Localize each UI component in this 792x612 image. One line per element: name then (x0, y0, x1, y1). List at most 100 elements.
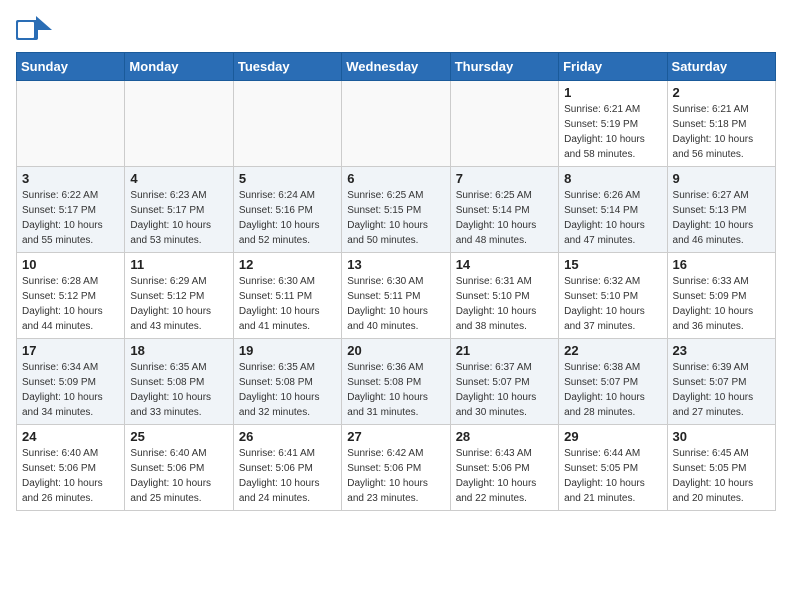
day-number: 25 (130, 429, 227, 444)
weekday-header: Thursday (450, 53, 558, 81)
calendar-cell: 12 Sunrise: 6:30 AM Sunset: 5:11 PM Dayli… (233, 253, 341, 339)
day-number: 30 (673, 429, 770, 444)
calendar-cell: 23 Sunrise: 6:39 AM Sunset: 5:07 PM Dayli… (667, 339, 775, 425)
day-info: Sunrise: 6:39 AM Sunset: 5:07 PM Dayligh… (673, 360, 770, 420)
day-info: Sunrise: 6:22 AM Sunset: 5:17 PM Dayligh… (22, 188, 119, 248)
day-number: 7 (456, 171, 553, 186)
day-info: Sunrise: 6:30 AM Sunset: 5:11 PM Dayligh… (347, 274, 444, 334)
day-number: 17 (22, 343, 119, 358)
day-number: 14 (456, 257, 553, 272)
calendar-cell: 28 Sunrise: 6:43 AM Sunset: 5:06 PM Dayli… (450, 425, 558, 511)
calendar-cell (342, 81, 450, 167)
day-number: 18 (130, 343, 227, 358)
calendar-cell: 7 Sunrise: 6:25 AM Sunset: 5:14 PM Daylig… (450, 167, 558, 253)
day-number: 22 (564, 343, 661, 358)
day-number: 15 (564, 257, 661, 272)
day-info: Sunrise: 6:37 AM Sunset: 5:07 PM Dayligh… (456, 360, 553, 420)
day-info: Sunrise: 6:31 AM Sunset: 5:10 PM Dayligh… (456, 274, 553, 334)
day-info: Sunrise: 6:44 AM Sunset: 5:05 PM Dayligh… (564, 446, 661, 506)
weekday-header: Saturday (667, 53, 775, 81)
day-number: 29 (564, 429, 661, 444)
calendar-cell (125, 81, 233, 167)
logo (16, 16, 56, 44)
calendar-cell: 19Sunrise: 6:35 AM Sunset: 5:08 PM Dayli… (233, 339, 341, 425)
calendar-cell: 6 Sunrise: 6:25 AM Sunset: 5:15 PM Daylig… (342, 167, 450, 253)
day-info: Sunrise: 6:41 AM Sunset: 5:06 PM Dayligh… (239, 446, 336, 506)
calendar-cell: 22 Sunrise: 6:38 AM Sunset: 5:07 PM Dayli… (559, 339, 667, 425)
calendar-cell (450, 81, 558, 167)
calendar-cell: 8Sunrise: 6:26 AM Sunset: 5:14 PM Daylig… (559, 167, 667, 253)
day-number: 26 (239, 429, 336, 444)
header (16, 16, 776, 44)
logo-icon (16, 16, 52, 44)
day-info: Sunrise: 6:21 AM Sunset: 5:18 PM Dayligh… (673, 102, 770, 162)
calendar-cell: 24 Sunrise: 6:40 AM Sunset: 5:06 PM Dayli… (17, 425, 125, 511)
day-info: Sunrise: 6:38 AM Sunset: 5:07 PM Dayligh… (564, 360, 661, 420)
calendar-cell: 9Sunrise: 6:27 AM Sunset: 5:13 PM Daylig… (667, 167, 775, 253)
day-number: 4 (130, 171, 227, 186)
day-info: Sunrise: 6:34 AM Sunset: 5:09 PM Dayligh… (22, 360, 119, 420)
day-number: 13 (347, 257, 444, 272)
calendar-cell: 25 Sunrise: 6:40 AM Sunset: 5:06 PM Dayli… (125, 425, 233, 511)
calendar-table: SundayMondayTuesdayWednesdayThursdayFrid… (16, 52, 776, 511)
day-number: 11 (130, 257, 227, 272)
calendar-cell: 10 Sunrise: 6:28 AM Sunset: 5:12 PM Dayli… (17, 253, 125, 339)
day-info: Sunrise: 6:35 AM Sunset: 5:08 PM Dayligh… (130, 360, 227, 420)
calendar-cell: 17 Sunrise: 6:34 AM Sunset: 5:09 PM Dayli… (17, 339, 125, 425)
day-number: 2 (673, 85, 770, 100)
day-info: Sunrise: 6:29 AM Sunset: 5:12 PM Dayligh… (130, 274, 227, 334)
calendar-cell: 21 Sunrise: 6:37 AM Sunset: 5:07 PM Dayli… (450, 339, 558, 425)
day-info: Sunrise: 6:23 AM Sunset: 5:17 PM Dayligh… (130, 188, 227, 248)
day-info: Sunrise: 6:25 AM Sunset: 5:15 PM Dayligh… (347, 188, 444, 248)
calendar-cell: 11 Sunrise: 6:29 AM Sunset: 5:12 PM Dayli… (125, 253, 233, 339)
day-number: 16 (673, 257, 770, 272)
day-number: 21 (456, 343, 553, 358)
calendar-cell (233, 81, 341, 167)
weekday-header: Sunday (17, 53, 125, 81)
day-number: 19 (239, 343, 336, 358)
calendar-cell: 20 Sunrise: 6:36 AM Sunset: 5:08 PM Dayli… (342, 339, 450, 425)
calendar-cell: 18 Sunrise: 6:35 AM Sunset: 5:08 PM Dayli… (125, 339, 233, 425)
day-info: Sunrise: 6:40 AM Sunset: 5:06 PM Dayligh… (22, 446, 119, 506)
day-number: 28 (456, 429, 553, 444)
day-number: 9 (673, 171, 770, 186)
day-info: Sunrise: 6:32 AM Sunset: 5:10 PM Dayligh… (564, 274, 661, 334)
day-info: Sunrise: 6:28 AM Sunset: 5:12 PM Dayligh… (22, 274, 119, 334)
calendar-cell: 4 Sunrise: 6:23 AM Sunset: 5:17 PM Daylig… (125, 167, 233, 253)
calendar-cell: 16 Sunrise: 6:33 AM Sunset: 5:09 PM Dayli… (667, 253, 775, 339)
day-info: Sunrise: 6:33 AM Sunset: 5:09 PM Dayligh… (673, 274, 770, 334)
calendar-cell: 27 Sunrise: 6:42 AM Sunset: 5:06 PM Dayli… (342, 425, 450, 511)
calendar-cell: 2 Sunrise: 6:21 AM Sunset: 5:18 PM Daylig… (667, 81, 775, 167)
calendar-cell: 15 Sunrise: 6:32 AM Sunset: 5:10 PM Dayli… (559, 253, 667, 339)
day-number: 1 (564, 85, 661, 100)
day-number: 23 (673, 343, 770, 358)
day-number: 27 (347, 429, 444, 444)
day-number: 12 (239, 257, 336, 272)
weekday-header: Tuesday (233, 53, 341, 81)
day-info: Sunrise: 6:30 AM Sunset: 5:11 PM Dayligh… (239, 274, 336, 334)
calendar-cell: 26 Sunrise: 6:41 AM Sunset: 5:06 PM Dayli… (233, 425, 341, 511)
calendar-cell: 14 Sunrise: 6:31 AM Sunset: 5:10 PM Dayli… (450, 253, 558, 339)
calendar-cell (17, 81, 125, 167)
day-info: Sunrise: 6:45 AM Sunset: 5:05 PM Dayligh… (673, 446, 770, 506)
calendar-cell: 29 Sunrise: 6:44 AM Sunset: 5:05 PM Dayli… (559, 425, 667, 511)
day-info: Sunrise: 6:25 AM Sunset: 5:14 PM Dayligh… (456, 188, 553, 248)
day-number: 5 (239, 171, 336, 186)
day-number: 24 (22, 429, 119, 444)
day-number: 8 (564, 171, 661, 186)
day-info: Sunrise: 6:24 AM Sunset: 5:16 PM Dayligh… (239, 188, 336, 248)
weekday-header: Wednesday (342, 53, 450, 81)
day-info: Sunrise: 6:40 AM Sunset: 5:06 PM Dayligh… (130, 446, 227, 506)
calendar-cell: 30 Sunrise: 6:45 AM Sunset: 5:05 PM Dayli… (667, 425, 775, 511)
day-number: 6 (347, 171, 444, 186)
weekday-header: Monday (125, 53, 233, 81)
day-number: 20 (347, 343, 444, 358)
day-info: Sunrise: 6:21 AM Sunset: 5:19 PM Dayligh… (564, 102, 661, 162)
weekday-header: Friday (559, 53, 667, 81)
calendar-cell: 13 Sunrise: 6:30 AM Sunset: 5:11 PM Dayli… (342, 253, 450, 339)
calendar-cell: 5 Sunrise: 6:24 AM Sunset: 5:16 PM Daylig… (233, 167, 341, 253)
day-number: 10 (22, 257, 119, 272)
day-info: Sunrise: 6:42 AM Sunset: 5:06 PM Dayligh… (347, 446, 444, 506)
day-info: Sunrise: 6:43 AM Sunset: 5:06 PM Dayligh… (456, 446, 553, 506)
day-info: Sunrise: 6:36 AM Sunset: 5:08 PM Dayligh… (347, 360, 444, 420)
